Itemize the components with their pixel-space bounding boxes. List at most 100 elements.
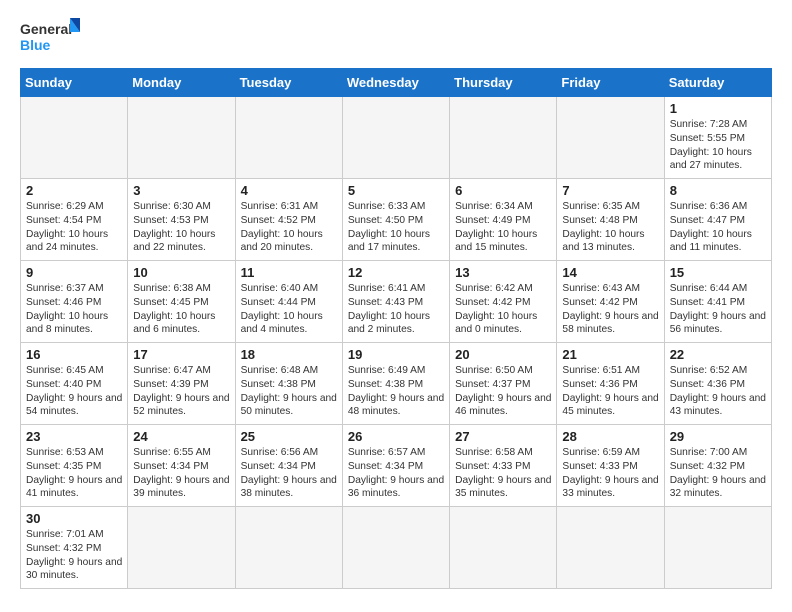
day-info: Sunrise: 6:51 AM Sunset: 4:36 PM Dayligh…	[562, 364, 658, 419]
day-info: Sunrise: 6:44 AM Sunset: 4:41 PM Dayligh…	[670, 282, 766, 337]
day-info: Sunrise: 6:57 AM Sunset: 4:34 PM Dayligh…	[348, 446, 444, 501]
generalblue-logo: General Blue	[20, 16, 80, 60]
day-info: Sunrise: 6:48 AM Sunset: 4:38 PM Dayligh…	[241, 364, 337, 419]
calendar-week-row: 16 Sunrise: 6:45 AM Sunset: 4:40 PM Dayli…	[21, 343, 772, 425]
calendar-cell: 1Sunrise: 7:28 AM Sunset: 5:55 PM Daylig…	[664, 97, 771, 179]
day-number: 7	[562, 183, 658, 198]
calendar-cell	[450, 97, 557, 179]
day-number: 11	[241, 265, 337, 280]
calendar-cell: 23 Sunrise: 6:53 AM Sunset: 4:35 PM Dayli…	[21, 425, 128, 507]
calendar-header-row: SundayMondayTuesdayWednesdayThursdayFrid…	[21, 69, 772, 97]
calendar-cell: 28 Sunrise: 6:59 AM Sunset: 4:33 PM Dayli…	[557, 425, 664, 507]
day-info: Sunrise: 6:59 AM Sunset: 4:33 PM Dayligh…	[562, 446, 658, 501]
day-number: 21	[562, 347, 658, 362]
day-info: Sunrise: 6:38 AM Sunset: 4:45 PM Dayligh…	[133, 282, 229, 337]
day-number: 4	[241, 183, 337, 198]
day-number: 20	[455, 347, 551, 362]
page-header: General Blue	[20, 16, 772, 60]
day-number: 6	[455, 183, 551, 198]
calendar-cell: 19Sunrise: 6:49 AM Sunset: 4:38 PM Dayli…	[342, 343, 449, 425]
day-info: Sunrise: 6:29 AM Sunset: 4:54 PM Dayligh…	[26, 200, 122, 255]
day-number: 28	[562, 429, 658, 444]
calendar-cell: 16 Sunrise: 6:45 AM Sunset: 4:40 PM Dayli…	[21, 343, 128, 425]
day-number: 15	[670, 265, 766, 280]
day-number: 25	[241, 429, 337, 444]
day-info: Sunrise: 7:01 AM Sunset: 4:32 PM Dayligh…	[26, 528, 122, 583]
svg-text:Blue: Blue	[20, 37, 51, 53]
day-number: 5	[348, 183, 444, 198]
calendar-cell: 3Sunrise: 6:30 AM Sunset: 4:53 PM Daylig…	[128, 179, 235, 261]
day-info: Sunrise: 6:52 AM Sunset: 4:36 PM Dayligh…	[670, 364, 766, 419]
day-info: Sunrise: 6:30 AM Sunset: 4:53 PM Dayligh…	[133, 200, 229, 255]
day-info: Sunrise: 6:56 AM Sunset: 4:34 PM Dayligh…	[241, 446, 337, 501]
calendar-cell: 24Sunrise: 6:55 AM Sunset: 4:34 PM Dayli…	[128, 425, 235, 507]
svg-text:General: General	[20, 21, 72, 37]
day-info: Sunrise: 6:53 AM Sunset: 4:35 PM Dayligh…	[26, 446, 122, 501]
day-header-wednesday: Wednesday	[342, 69, 449, 97]
day-number: 19	[348, 347, 444, 362]
calendar-cell: 21 Sunrise: 6:51 AM Sunset: 4:36 PM Dayli…	[557, 343, 664, 425]
day-info: Sunrise: 6:35 AM Sunset: 4:48 PM Dayligh…	[562, 200, 658, 255]
calendar-cell	[342, 507, 449, 589]
calendar-cell	[128, 97, 235, 179]
calendar-cell: 7 Sunrise: 6:35 AM Sunset: 4:48 PM Daylig…	[557, 179, 664, 261]
calendar-cell	[557, 507, 664, 589]
day-number: 9	[26, 265, 122, 280]
day-number: 2	[26, 183, 122, 198]
calendar-cell	[128, 507, 235, 589]
day-header-friday: Friday	[557, 69, 664, 97]
day-info: Sunrise: 6:31 AM Sunset: 4:52 PM Dayligh…	[241, 200, 337, 255]
calendar-cell: 27 Sunrise: 6:58 AM Sunset: 4:33 PM Dayli…	[450, 425, 557, 507]
day-info: Sunrise: 6:58 AM Sunset: 4:33 PM Dayligh…	[455, 446, 551, 501]
logo: General Blue	[20, 16, 80, 60]
day-number: 18	[241, 347, 337, 362]
day-header-thursday: Thursday	[450, 69, 557, 97]
calendar-cell: 2 Sunrise: 6:29 AM Sunset: 4:54 PM Daylig…	[21, 179, 128, 261]
calendar-cell: 5Sunrise: 6:33 AM Sunset: 4:50 PM Daylig…	[342, 179, 449, 261]
calendar-week-row: 23 Sunrise: 6:53 AM Sunset: 4:35 PM Dayli…	[21, 425, 772, 507]
calendar-cell	[235, 507, 342, 589]
day-number: 22	[670, 347, 766, 362]
day-number: 10	[133, 265, 229, 280]
calendar-week-row: 2 Sunrise: 6:29 AM Sunset: 4:54 PM Daylig…	[21, 179, 772, 261]
day-info: Sunrise: 6:45 AM Sunset: 4:40 PM Dayligh…	[26, 364, 122, 419]
calendar-cell: 20Sunrise: 6:50 AM Sunset: 4:37 PM Dayli…	[450, 343, 557, 425]
calendar-cell	[557, 97, 664, 179]
calendar-table: SundayMondayTuesdayWednesdayThursdayFrid…	[20, 68, 772, 589]
calendar-cell: 4 Sunrise: 6:31 AM Sunset: 4:52 PM Daylig…	[235, 179, 342, 261]
day-info: Sunrise: 6:37 AM Sunset: 4:46 PM Dayligh…	[26, 282, 122, 337]
calendar-week-row: 30 Sunrise: 7:01 AM Sunset: 4:32 PM Dayli…	[21, 507, 772, 589]
calendar-cell: 22 Sunrise: 6:52 AM Sunset: 4:36 PM Dayli…	[664, 343, 771, 425]
calendar-cell	[21, 97, 128, 179]
calendar-cell: 11 Sunrise: 6:40 AM Sunset: 4:44 PM Dayli…	[235, 261, 342, 343]
day-info: Sunrise: 6:41 AM Sunset: 4:43 PM Dayligh…	[348, 282, 444, 337]
calendar-cell: 15 Sunrise: 6:44 AM Sunset: 4:41 PM Dayli…	[664, 261, 771, 343]
calendar-cell	[664, 507, 771, 589]
calendar-cell	[342, 97, 449, 179]
day-info: Sunrise: 6:43 AM Sunset: 4:42 PM Dayligh…	[562, 282, 658, 337]
day-number: 27	[455, 429, 551, 444]
day-number: 12	[348, 265, 444, 280]
day-info: Sunrise: 6:40 AM Sunset: 4:44 PM Dayligh…	[241, 282, 337, 337]
calendar-cell: 10 Sunrise: 6:38 AM Sunset: 4:45 PM Dayli…	[128, 261, 235, 343]
day-header-saturday: Saturday	[664, 69, 771, 97]
day-number: 26	[348, 429, 444, 444]
calendar-cell: 29Sunrise: 7:00 AM Sunset: 4:32 PM Dayli…	[664, 425, 771, 507]
calendar-cell: 14 Sunrise: 6:43 AM Sunset: 4:42 PM Dayli…	[557, 261, 664, 343]
calendar-cell: 26 Sunrise: 6:57 AM Sunset: 4:34 PM Dayli…	[342, 425, 449, 507]
day-number: 16	[26, 347, 122, 362]
day-header-tuesday: Tuesday	[235, 69, 342, 97]
day-number: 14	[562, 265, 658, 280]
calendar-cell: 25 Sunrise: 6:56 AM Sunset: 4:34 PM Dayli…	[235, 425, 342, 507]
day-number: 1	[670, 101, 766, 116]
day-number: 24	[133, 429, 229, 444]
day-number: 30	[26, 511, 122, 526]
day-number: 17	[133, 347, 229, 362]
day-number: 13	[455, 265, 551, 280]
day-number: 23	[26, 429, 122, 444]
calendar-cell: 13Sunrise: 6:42 AM Sunset: 4:42 PM Dayli…	[450, 261, 557, 343]
day-number: 8	[670, 183, 766, 198]
calendar-cell: 6Sunrise: 6:34 AM Sunset: 4:49 PM Daylig…	[450, 179, 557, 261]
calendar-cell	[235, 97, 342, 179]
calendar-cell: 18 Sunrise: 6:48 AM Sunset: 4:38 PM Dayli…	[235, 343, 342, 425]
